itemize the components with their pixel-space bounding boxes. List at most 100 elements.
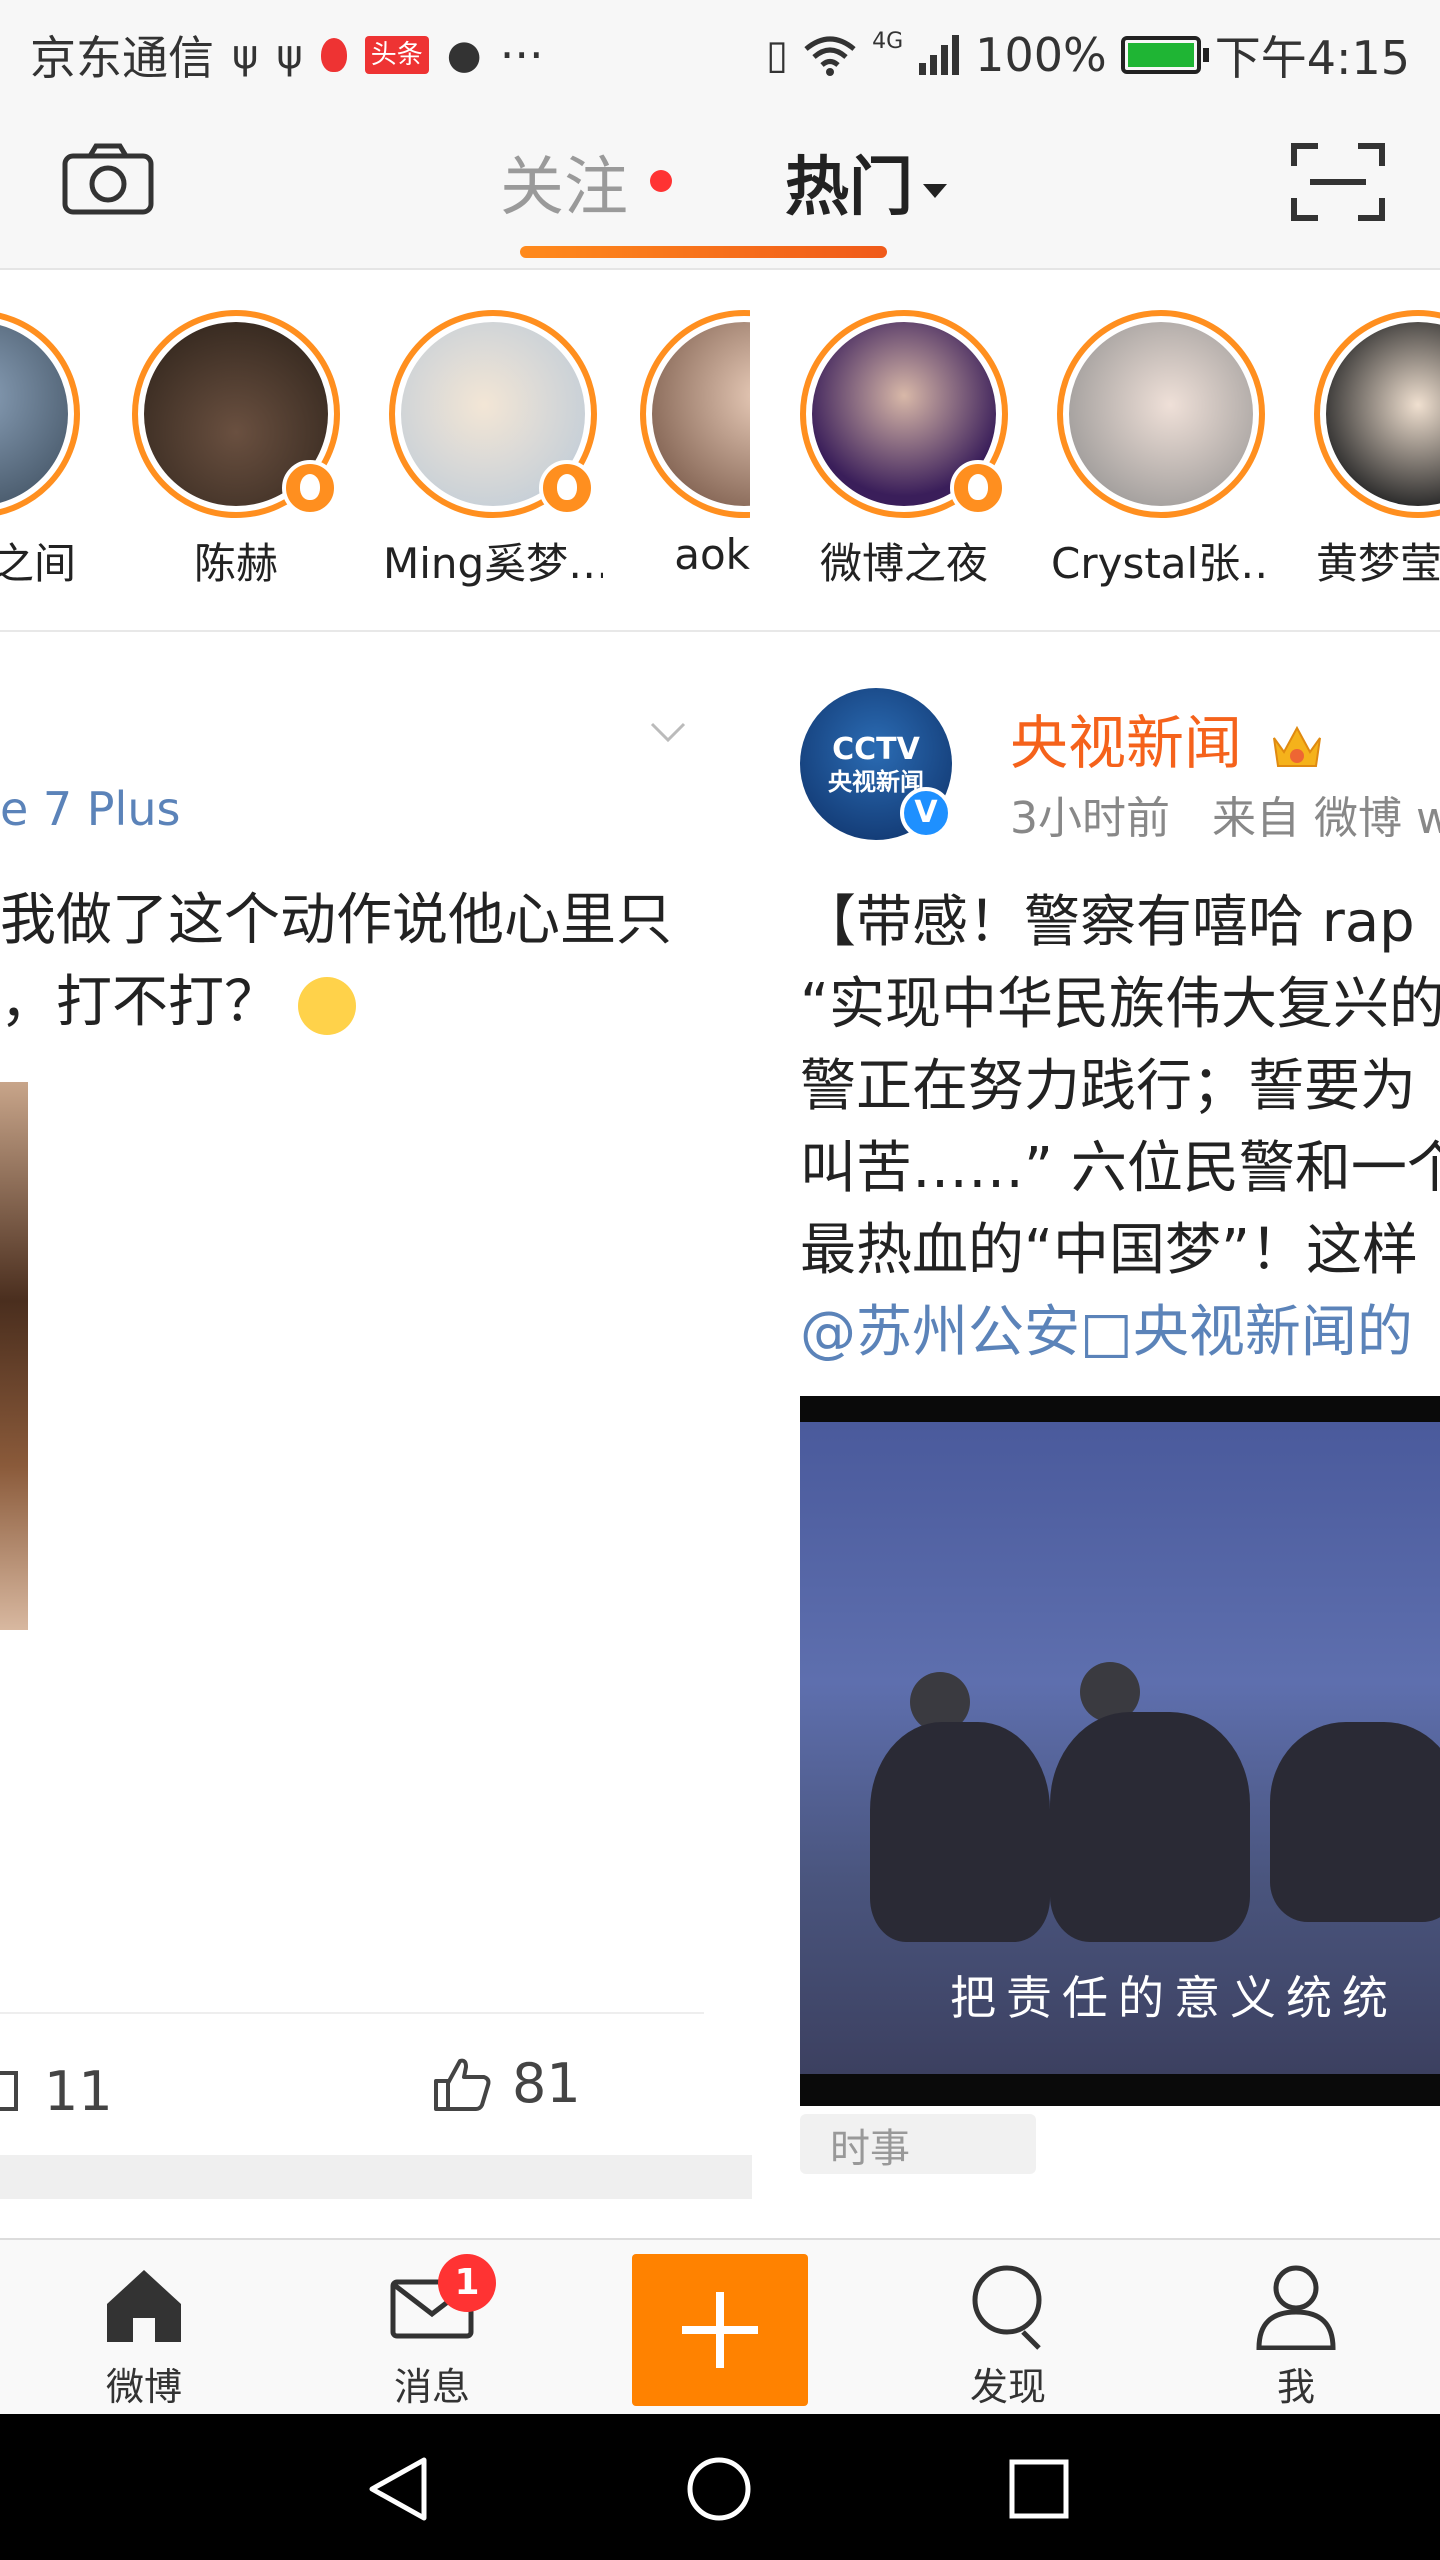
thumbs-up-icon bbox=[434, 2058, 491, 2111]
camera-icon[interactable] bbox=[62, 142, 154, 216]
post-meta: 3小时前 来自 微博 w bbox=[1010, 782, 1440, 846]
tab-hot-label: 热门 bbox=[785, 151, 913, 225]
story-avatar-ring bbox=[800, 310, 1008, 518]
home-circle-icon[interactable] bbox=[684, 2454, 754, 2524]
like-button[interactable]: 81 bbox=[432, 2052, 581, 2115]
usb-icon: ψ bbox=[232, 32, 259, 78]
avatar bbox=[652, 322, 750, 506]
post-text-line: 最热血的“中国梦”！这样 bbox=[800, 1218, 1419, 1283]
card-separator bbox=[0, 2155, 752, 2199]
status-bar: 京东通信 ψ ψ 头条 ● ··· ▯ 4G 100% 下午4:15 bbox=[0, 0, 1440, 100]
news-app-icon: 头条 bbox=[364, 36, 429, 74]
chevron-down-icon bbox=[923, 184, 947, 199]
post-text-line: 【带感！警察有嘻哈 rap bbox=[800, 890, 1415, 955]
tab-hot[interactable]: 热门 bbox=[785, 148, 947, 228]
post-text-line: 叫苦……” 六位民警和一个 bbox=[800, 1136, 1440, 1201]
top-navigation: 关注 热门 bbox=[0, 100, 1440, 270]
author-name-text: 央视新闻 bbox=[1010, 709, 1243, 777]
tab-label: 微博 bbox=[105, 2365, 182, 2409]
device-source-link[interactable]: e 7 Plus bbox=[0, 782, 180, 836]
clock: 下午4:15 bbox=[1214, 31, 1410, 85]
post-text-line: 警正在努力践行；誓要为 bbox=[800, 1054, 1416, 1119]
motorcycle bbox=[1270, 1722, 1440, 1922]
story-label: 黄梦莹 bbox=[1316, 539, 1440, 588]
compose-button[interactable] bbox=[632, 2254, 808, 2406]
story-avatar-ring bbox=[389, 310, 597, 518]
verified-badge-icon: V bbox=[900, 787, 952, 839]
mention-link[interactable]: @苏州公安□央视新闻的 bbox=[800, 1292, 1440, 1374]
system-navigation-bar bbox=[0, 2414, 1440, 2560]
like-count: 81 bbox=[512, 2052, 581, 2115]
tab-discover[interactable]: 发现 bbox=[928, 2260, 1088, 2411]
user-icon bbox=[1256, 2265, 1336, 2350]
more-notifications-icon: ··· bbox=[499, 28, 544, 82]
comment-icon bbox=[0, 2070, 18, 2111]
new-content-dot bbox=[650, 170, 672, 192]
post-time: 3小时前 bbox=[1010, 793, 1170, 844]
story-item[interactable]: 黄梦莹 bbox=[1308, 310, 1440, 591]
story-avatar-ring bbox=[132, 310, 340, 518]
network-type-label: 4G bbox=[872, 28, 904, 54]
story-item[interactable]: Ming奚梦… bbox=[383, 310, 603, 591]
back-icon[interactable] bbox=[364, 2454, 434, 2524]
story-item[interactable]: 陈赫 bbox=[126, 310, 346, 591]
story-item[interactable]: aok bbox=[640, 310, 750, 579]
story-label: 之间 bbox=[0, 539, 76, 588]
author-name[interactable]: 央视新闻 bbox=[1010, 696, 1324, 780]
battery-icon bbox=[1120, 36, 1209, 74]
vibrate-icon: ▯ bbox=[766, 32, 789, 78]
chevron-down-icon[interactable] bbox=[648, 712, 688, 752]
story-item[interactable]: 之间 bbox=[0, 310, 86, 591]
feed-card-right[interactable]: CCTV 央视新闻 V 央视新闻 3小时前 来自 微博 w 【带感！警察有嘻哈 … bbox=[752, 632, 1440, 2232]
post-text-line-2: ，打不打？ bbox=[0, 962, 672, 1044]
story-label: 微博之夜 bbox=[819, 539, 988, 588]
search-icon bbox=[972, 2265, 1042, 2350]
battery-percent: 100% bbox=[975, 28, 1107, 82]
divider bbox=[0, 2012, 704, 2014]
story-item[interactable]: 微博之夜 bbox=[794, 310, 1014, 591]
shush-emoji-icon bbox=[297, 976, 356, 1035]
story-label: aok bbox=[674, 530, 750, 579]
post-text: 【带感！警察有嘻哈 rap “实现中华民族伟大复兴的 警正在努力践行；誓要为 叫… bbox=[800, 882, 1440, 1374]
topic-tag[interactable]: 时事 bbox=[800, 2114, 1036, 2174]
avatar bbox=[1069, 322, 1253, 506]
comment-button[interactable]: 11 bbox=[0, 2060, 113, 2123]
tab-follow[interactable]: 关注 bbox=[500, 148, 672, 228]
fire-badge-icon bbox=[282, 460, 338, 516]
tab-profile[interactable]: 我 bbox=[1216, 2260, 1376, 2411]
tab-messages[interactable]: 1 消息 bbox=[352, 2254, 512, 2411]
story-carousel: 之间 陈赫 Ming奚梦… aok 微博之夜 Crystal张… 黄梦莹 bbox=[0, 270, 1440, 632]
story-avatar-ring bbox=[640, 310, 750, 518]
comment-count: 11 bbox=[44, 2060, 113, 2123]
battery-level bbox=[1127, 43, 1194, 67]
tab-weibo[interactable]: 微博 bbox=[64, 2260, 224, 2411]
crown-icon bbox=[1273, 725, 1322, 767]
home-icon bbox=[107, 2270, 181, 2342]
video-player[interactable]: 把责任的意义统统 bbox=[800, 1396, 1440, 2106]
feed-card-left[interactable]: e 7 Plus 我做了这个动作说他心里只 ，打不打？ 11 81 bbox=[0, 632, 752, 2232]
video-subtitle: 把责任的意义统统 bbox=[950, 1971, 1398, 2025]
motorcycle bbox=[870, 1722, 1050, 1942]
post-image[interactable] bbox=[0, 1082, 28, 1630]
motorcycle bbox=[1050, 1712, 1250, 1942]
post-text: 我做了这个动作说他心里只 ，打不打？ bbox=[0, 880, 672, 1044]
video-thumbnail: 把责任的意义统统 bbox=[800, 1422, 1440, 2074]
cctv-logo-text: CCTV bbox=[832, 732, 920, 767]
post-text-line: 我做了这个动作说他心里只 bbox=[0, 888, 672, 953]
post-text-line: “实现中华民族伟大复兴的 bbox=[800, 972, 1440, 1037]
avatar bbox=[0, 322, 68, 506]
bottom-tab-bar: 微博 1 消息 发现 我 bbox=[0, 2238, 1440, 2416]
story-avatar-ring bbox=[0, 310, 80, 518]
unread-badge: 1 bbox=[438, 2254, 496, 2312]
story-avatar-ring bbox=[1057, 310, 1265, 518]
story-item[interactable]: Crystal张… bbox=[1051, 310, 1271, 591]
story-label: Ming奚梦… bbox=[383, 539, 603, 588]
chat-bubble-icon: ● bbox=[446, 32, 482, 78]
post-text-fragment: ，打不打？ bbox=[0, 970, 280, 1035]
active-tab-indicator bbox=[520, 246, 887, 258]
scan-icon[interactable] bbox=[1290, 142, 1386, 222]
tab-label: 消息 bbox=[393, 2365, 470, 2409]
tab-follow-label: 关注 bbox=[500, 151, 628, 225]
carrier-label: 京东通信 bbox=[30, 31, 214, 85]
recents-icon[interactable] bbox=[1006, 2456, 1072, 2522]
